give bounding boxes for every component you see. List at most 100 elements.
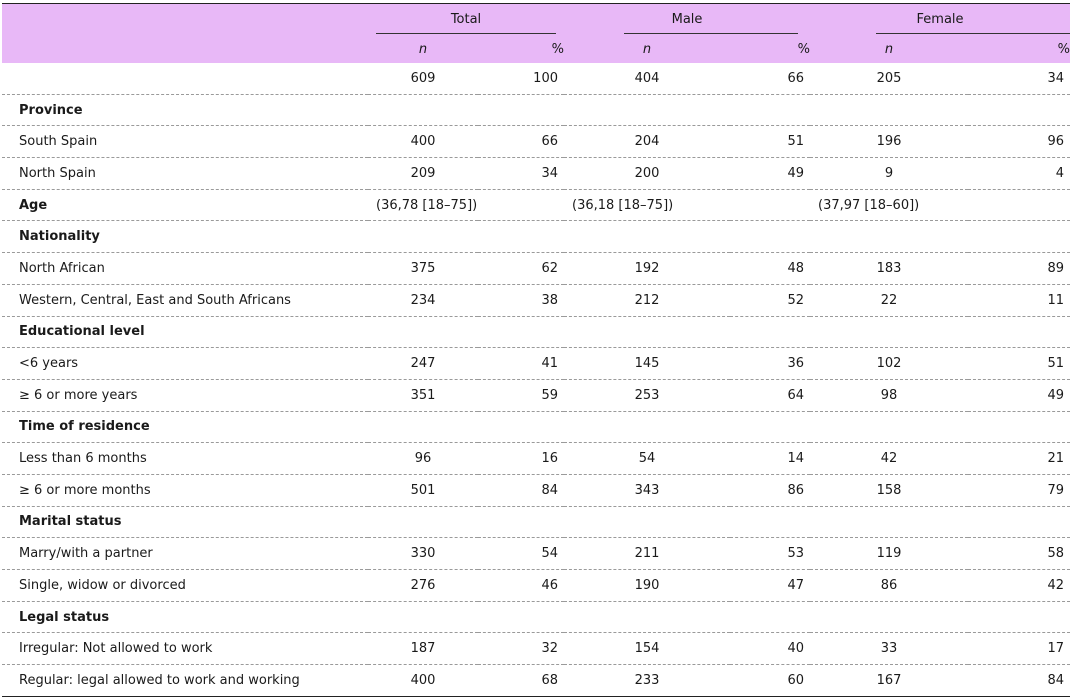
header-percent: % [478, 35, 564, 63]
section-row: Educational level [2, 316, 1071, 349]
cell-male-percent: 40 [730, 632, 811, 666]
cell-male-percent: 64 [730, 379, 811, 412]
cell-total-percent: 41 [478, 347, 564, 380]
cell-total-percent: 32 [478, 632, 564, 666]
cell-male-percent: 52 [730, 284, 811, 317]
header-n: n [368, 35, 478, 63]
cell-male-n: 192 [564, 252, 730, 285]
table-row: Less than 6 months 96 16 54 14 42 21 [2, 442, 1071, 475]
table-row: North Spain 209 34 200 49 9 4 [2, 157, 1071, 190]
cell-female-n: 9 [810, 157, 969, 190]
cell-male-percent: 14 [730, 442, 811, 475]
cell-female-n: 158 [810, 474, 969, 507]
cell-total-percent: 100 [478, 63, 564, 95]
cell-total-n: 276 [368, 569, 478, 602]
header-percent: % [730, 35, 811, 63]
cell-male-age: (36,18 [18–75]) [564, 189, 811, 222]
row-label: ≥ 6 or more years [2, 379, 368, 412]
table-row: 609 100 404 66 205 34 [2, 63, 1071, 95]
header-group-row: Total Male Female [2, 3, 1071, 35]
cell-total-n: 501 [368, 474, 478, 507]
header-empty-cell [2, 3, 368, 35]
cell-female-percent: 89 [968, 252, 1071, 285]
row-label: Regular: legal allowed to work and worki… [2, 664, 368, 697]
cell-total-n: 375 [368, 252, 478, 285]
cell-total-n: 234 [368, 284, 478, 317]
cell-male-n: 54 [564, 442, 730, 475]
section-row: Nationality [2, 220, 1071, 254]
cell-male-n: 404 [564, 63, 730, 95]
row-label: Single, widow or divorced [2, 569, 368, 602]
cell-female-percent: 49 [968, 379, 1071, 412]
cell-total-percent: 54 [478, 537, 564, 570]
section-row: Time of residence [2, 411, 1071, 444]
cell-male-n: 212 [564, 284, 730, 317]
cell-total-n: 330 [368, 537, 478, 570]
cell-male-percent: 60 [730, 664, 811, 697]
cell-female-percent: 51 [968, 347, 1071, 380]
cell-female-percent: 42 [968, 569, 1071, 602]
cell-female-percent: 21 [968, 442, 1071, 475]
cell-total-percent: 38 [478, 284, 564, 317]
table-row: ≥ 6 or more months 501 84 343 86 158 79 [2, 474, 1071, 507]
cell-total-n: 187 [368, 632, 478, 666]
cell-female-percent: 4 [968, 157, 1071, 190]
cell-total-percent: 59 [478, 379, 564, 412]
section-heading: Educational level [2, 316, 1071, 349]
cell-male-n: 211 [564, 537, 730, 570]
header-group-total: Total [368, 3, 564, 35]
table-row: Single, widow or divorced 276 46 190 47 … [2, 569, 1071, 602]
cell-male-percent: 66 [730, 63, 811, 95]
cell-total-n: 96 [368, 442, 478, 475]
cell-total-n: 400 [368, 125, 478, 159]
section-heading: Nationality [2, 220, 1071, 254]
cell-female-n: 98 [810, 379, 969, 412]
table-row: Regular: legal allowed to work and worki… [2, 664, 1071, 697]
cell-male-percent: 48 [730, 252, 811, 285]
table-row: South Spain 400 66 204 51 196 96 [2, 125, 1071, 159]
cell-total-n: 247 [368, 347, 478, 380]
cell-female-n: 119 [810, 537, 969, 570]
header-group-male: Male [564, 3, 811, 35]
cell-male-n: 204 [564, 125, 730, 159]
cell-female-percent: 17 [968, 632, 1071, 666]
cell-male-percent: 47 [730, 569, 811, 602]
header-empty-cell [2, 35, 368, 63]
row-label: Marry/with a partner [2, 537, 368, 570]
cell-male-percent: 36 [730, 347, 811, 380]
table-row: North African 375 62 192 48 183 89 [2, 252, 1071, 285]
cell-female-n: 167 [810, 664, 969, 697]
row-label: Western, Central, East and South African… [2, 284, 368, 317]
cell-male-n: 145 [564, 347, 730, 380]
row-label: Irregular: Not allowed to work [2, 632, 368, 666]
header-sub-row: n % n % n % [2, 35, 1071, 63]
header-n: n [810, 35, 969, 63]
cell-total-n: 209 [368, 157, 478, 190]
cell-total-age: (36,78 [18–75]) [368, 189, 564, 222]
section-heading: Time of residence [2, 411, 1071, 444]
cell-total-n: 351 [368, 379, 478, 412]
cell-male-n: 190 [564, 569, 730, 602]
row-label: <6 years [2, 347, 368, 380]
cell-total-percent: 68 [478, 664, 564, 697]
cell-female-percent: 84 [968, 664, 1071, 697]
section-row: Legal status [2, 601, 1071, 634]
row-label: Less than 6 months [2, 442, 368, 475]
row-label: North African [2, 252, 368, 285]
cell-male-n: 154 [564, 632, 730, 666]
cell-female-percent: 96 [968, 125, 1071, 159]
cell-female-percent: 11 [968, 284, 1071, 317]
header-n: n [564, 35, 730, 63]
cell-female-percent: 58 [968, 537, 1071, 570]
header-group-female: Female [810, 3, 1071, 35]
cell-female-n: 86 [810, 569, 969, 602]
header-percent: % [968, 35, 1071, 63]
cell-total-n: 400 [368, 664, 478, 697]
cell-male-n: 200 [564, 157, 730, 190]
section-heading: Legal status [2, 601, 1071, 634]
section-heading: Age [2, 189, 368, 222]
age-row: Age (36,78 [18–75]) (36,18 [18–75]) (37,… [2, 189, 1071, 222]
cell-total-percent: 16 [478, 442, 564, 475]
cell-total-percent: 34 [478, 157, 564, 190]
header-group-label: Total [450, 11, 482, 27]
